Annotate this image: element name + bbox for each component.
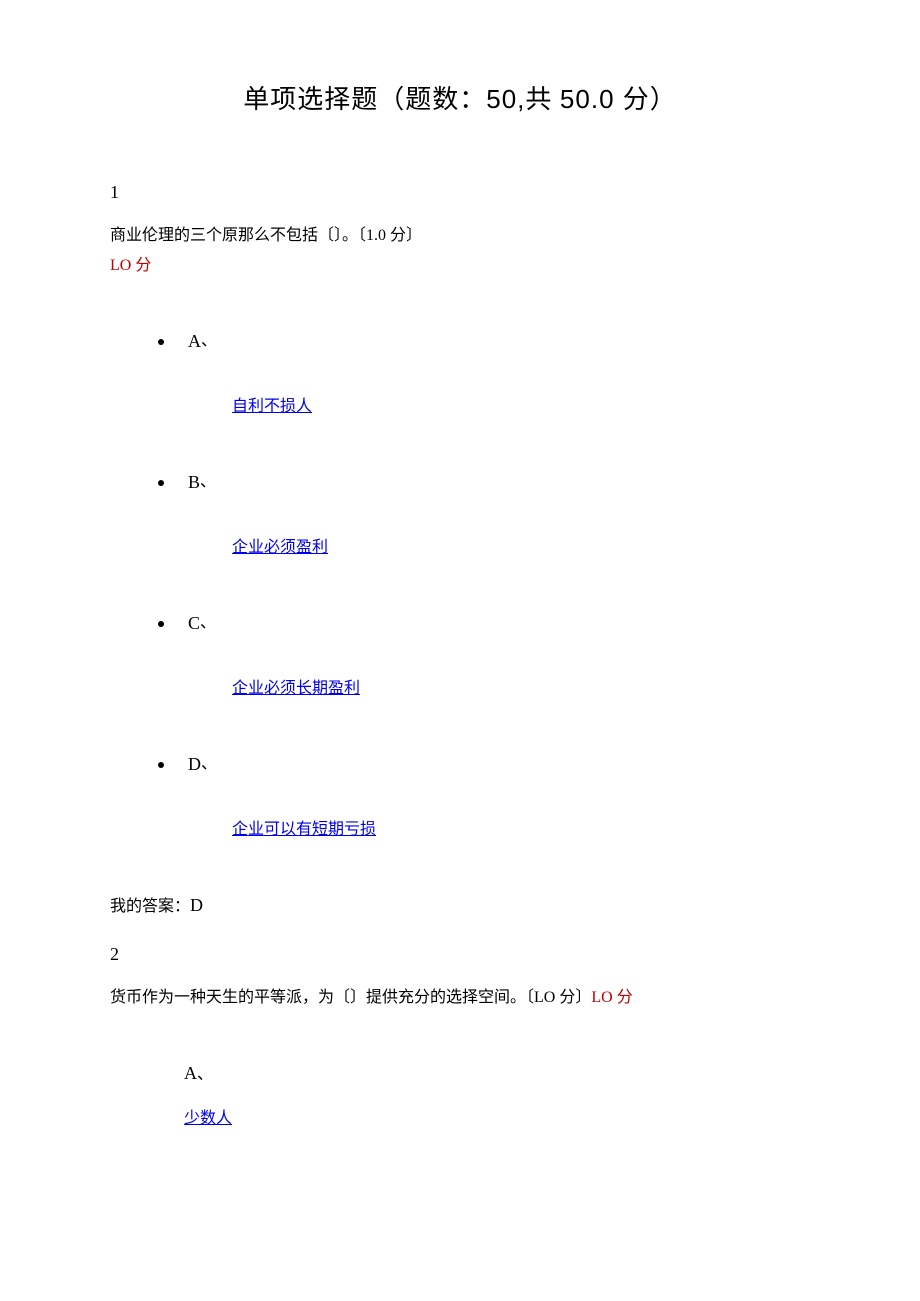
option-letter-row: A、 xyxy=(184,1060,810,1087)
question-text-post: 分〕 xyxy=(390,227,422,244)
lo-inline: LO xyxy=(534,989,555,1006)
my-answer-label: 我的答案： xyxy=(110,898,190,915)
option-link[interactable]: 自利不损人 xyxy=(232,398,312,415)
bullet-icon xyxy=(158,480,164,486)
option-answer[interactable]: 企业必须长期盈利 xyxy=(232,677,810,701)
question-text-pre: 商业伦理的三个原那么不包括〔〕。〔 xyxy=(110,227,366,244)
option-answer[interactable]: 企业必须盈利 xyxy=(232,536,810,560)
lo-inline-cn: 分〕 xyxy=(555,989,591,1006)
option-item: C、 企业必须长期盈利 xyxy=(158,610,810,701)
option-letter: B xyxy=(188,472,200,492)
my-answer: 我的答案：D xyxy=(110,892,810,919)
bullet-icon xyxy=(158,762,164,768)
bullet-icon xyxy=(158,339,164,345)
title-prefix: 单项选择题（题数： xyxy=(243,85,486,114)
question-number: 2 xyxy=(110,941,810,968)
lo-score-cn: 分 xyxy=(131,257,151,274)
title-count: 50, xyxy=(486,84,525,114)
option-punct: 、 xyxy=(200,474,216,491)
question-text: 商业伦理的三个原那么不包括〔〕。〔1.0 分〕 xyxy=(110,224,810,248)
option-link[interactable]: 少数人 xyxy=(184,1110,232,1127)
option-answer[interactable]: 企业可以有短期亏损 xyxy=(232,818,810,842)
option-item: A、 自利不损人 xyxy=(158,328,810,419)
score-line: LO 分 xyxy=(110,254,810,278)
option-item: B、 企业必须盈利 xyxy=(158,469,810,560)
title-mid: 共 xyxy=(525,85,560,114)
option-punct: 、 xyxy=(201,756,217,773)
option-punct: 、 xyxy=(197,1066,213,1083)
option-link[interactable]: 企业必须长期盈利 xyxy=(232,680,360,697)
option-letter: C xyxy=(188,613,200,633)
option-letter: D xyxy=(188,754,201,774)
lo-score: LO xyxy=(110,257,131,274)
question-text: 货币作为一种天生的平等派，为〔〕提供充分的选择空间。〔LO 分〕LO 分 xyxy=(110,986,810,1010)
option-letter: A xyxy=(184,1063,197,1083)
option-punct: 、 xyxy=(201,333,217,350)
option-item: D、 企业可以有短期亏损 xyxy=(158,751,810,842)
lo-score: LO xyxy=(591,989,612,1006)
option-answer[interactable]: 自利不损人 xyxy=(232,395,810,419)
title-suffix: 分） xyxy=(623,85,677,114)
option-answer[interactable]: 少数人 xyxy=(184,1107,810,1131)
my-answer-value: D xyxy=(190,895,203,915)
page-title: 单项选择题（题数：50,共 50.0 分） xyxy=(110,80,810,119)
question-point: 1.0 xyxy=(366,227,390,244)
lo-score-cn: 分 xyxy=(613,989,633,1006)
option-letter: A xyxy=(188,331,201,351)
option-link[interactable]: 企业必须盈利 xyxy=(232,539,328,556)
question-text-pre: 货币作为一种天生的平等派，为〔〕提供充分的选择空间。〔 xyxy=(110,989,534,1006)
option-punct: 、 xyxy=(200,615,216,632)
options-list: A、 自利不损人 B、 企业必须盈利 C、 企业必须长期盈利 D、 企业可以有短… xyxy=(110,328,810,842)
bullet-icon xyxy=(158,621,164,627)
option-link[interactable]: 企业可以有短期亏损 xyxy=(232,821,376,838)
question-number: 1 xyxy=(110,179,810,206)
question-block: 2 货币作为一种天生的平等派，为〔〕提供充分的选择空间。〔LO 分〕LO 分 A… xyxy=(110,941,810,1131)
title-total: 50.0 xyxy=(560,84,623,114)
